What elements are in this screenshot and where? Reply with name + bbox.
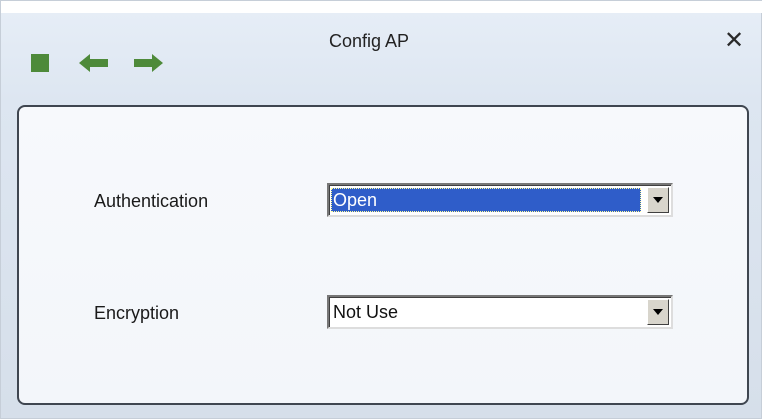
stop-icon: [31, 54, 49, 72]
stop-button[interactable]: [29, 51, 51, 75]
chevron-down-icon: [653, 197, 663, 203]
authentication-select[interactable]: Open: [327, 183, 673, 217]
encryption-dropdown-button[interactable]: [647, 299, 669, 325]
title-bar: Config AP ✕: [9, 13, 755, 105]
config-ap-window: Config AP ✕ Authentication Open Encrypti…: [0, 0, 762, 419]
encryption-select[interactable]: Not Use: [327, 295, 673, 329]
settings-panel: Authentication Open Encryption Not Use: [17, 105, 749, 405]
back-arrow-icon: [79, 54, 108, 72]
close-button[interactable]: ✕: [721, 26, 747, 54]
encryption-label: Encryption: [94, 303, 180, 323]
forward-arrow-icon: [134, 54, 163, 72]
back-button[interactable]: [77, 51, 111, 75]
authentication-dropdown-button[interactable]: [647, 187, 669, 213]
authentication-selected-value: Open: [331, 188, 641, 212]
forward-button[interactable]: [131, 51, 165, 75]
window-title: Config AP: [9, 31, 755, 52]
authentication-label: Authentication: [94, 191, 209, 211]
window-title-text: Config AP: [328, 31, 410, 51]
chevron-down-icon: [653, 309, 663, 315]
encryption-selected-value: Not Use: [333, 302, 399, 322]
top-edge: [1, 1, 762, 13]
close-icon: ✕: [723, 26, 745, 54]
